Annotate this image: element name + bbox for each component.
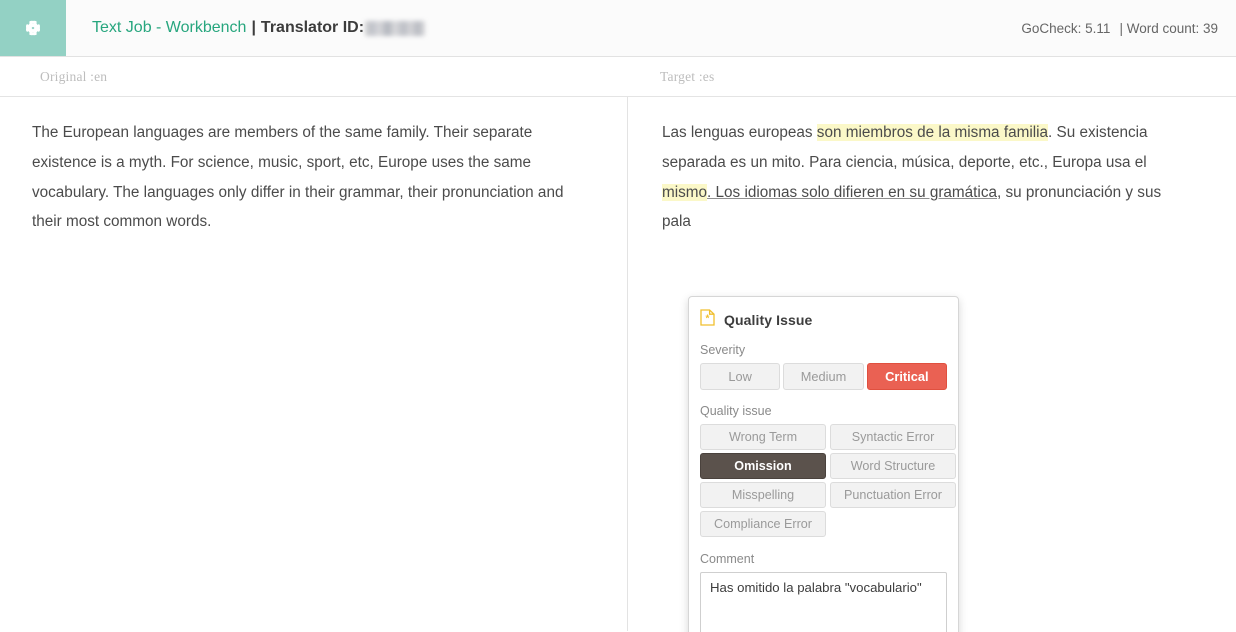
comment-input[interactable] <box>700 572 947 632</box>
source-column-header: Original :en <box>40 69 108 84</box>
app-header: Text Job - Workbench | Translator ID: Go… <box>0 0 1236 57</box>
header-meta: GoCheck: 5.11 | Word count: 39 <box>1021 0 1236 56</box>
interlocking-loops-logo-icon <box>16 11 50 45</box>
quality-issue-header: * Quality Issue <box>700 309 947 331</box>
severity-label: Severity <box>700 343 746 357</box>
severity-option-medium[interactable]: Medium <box>783 363 864 390</box>
translator-id-value-redacted <box>365 20 426 36</box>
word-count: | Word count: 39 <box>1119 20 1218 36</box>
source-segment-text: The European languages are members of th… <box>32 124 564 231</box>
severity-option-critical[interactable]: Critical <box>866 363 947 390</box>
target-segment-panel[interactable]: Las lenguas europeas son miembros de la … <box>662 118 1192 237</box>
severity-button-group: Low Medium Critical <box>700 363 947 390</box>
quality-issue-option-misspelling[interactable]: Misspelling <box>700 482 826 508</box>
panel-divider <box>627 97 628 631</box>
quality-issue-option-punctuation-error[interactable]: Punctuation Error <box>830 482 956 508</box>
target-column-header: Target :es <box>660 69 715 84</box>
quality-issue-option-omission[interactable]: Omission <box>700 453 826 479</box>
column-header-bar: Original :en Target :es <box>0 57 1236 97</box>
svg-text:*: * <box>705 313 709 324</box>
workbench-link[interactable]: Text Job - Workbench <box>92 19 246 37</box>
target-highlight-1[interactable]: son miembros de la misma familia <box>816 124 1049 141</box>
document-asterisk-icon: * <box>700 309 715 331</box>
quality-issue-option-wrong-term[interactable]: Wrong Term <box>700 424 826 450</box>
quality-issue-option-compliance-error[interactable]: Compliance Error <box>700 511 826 537</box>
quality-issue-popup: * Quality Issue Severity Low Medium Crit… <box>688 296 959 632</box>
severity-option-low[interactable]: Low <box>700 363 781 390</box>
popup-title: Quality Issue <box>724 312 813 328</box>
header-title-group: Text Job - Workbench | Translator ID: <box>66 0 1021 56</box>
quality-issue-button-grid: Wrong Term Syntactic Error Omission Word… <box>700 424 956 537</box>
translator-id-label: Translator ID: <box>260 19 365 36</box>
editor-work-area: The European languages are members of th… <box>0 97 1236 632</box>
target-highlight-2[interactable]: mismo <box>662 183 708 201</box>
comment-label: Comment <box>700 552 755 566</box>
comment-field-wrapper <box>700 572 947 632</box>
title-separator: | <box>251 19 256 36</box>
quality-issue-option-syntactic-error[interactable]: Syntactic Error <box>830 424 956 450</box>
gocheck-score: GoCheck: 5.11 <box>1021 20 1111 36</box>
target-text-underlined[interactable]: . Los idiomas solo difieren en su gramát… <box>707 184 997 201</box>
quality-issue-label: Quality issue <box>700 404 772 418</box>
source-segment-panel: The European languages are members of th… <box>32 118 572 237</box>
app-logo[interactable] <box>0 0 66 56</box>
quality-issue-option-word-structure[interactable]: Word Structure <box>830 453 956 479</box>
target-text-part-1: Las lenguas europeas <box>662 124 817 141</box>
